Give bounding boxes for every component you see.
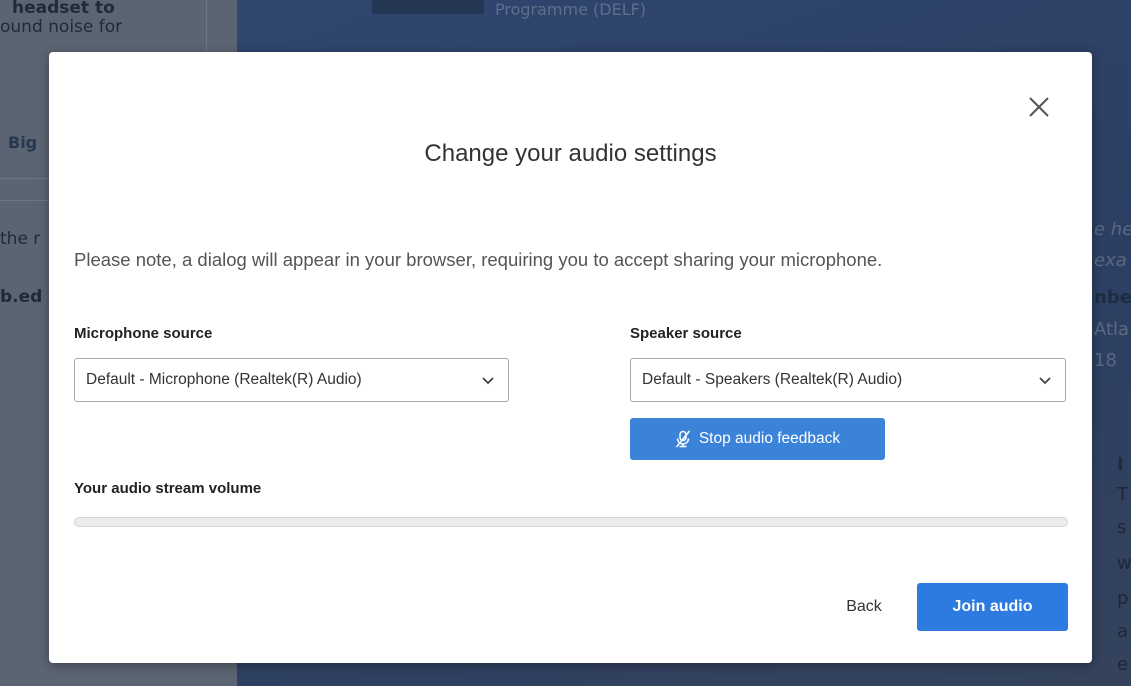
back-button-label: Back — [846, 598, 882, 615]
speaker-source-label: Speaker source — [630, 325, 742, 342]
microphone-off-icon — [675, 430, 690, 448]
background-text: Atla — [1094, 319, 1130, 340]
background-text: Programme (DELF) — [495, 0, 647, 19]
speaker-source-value: Default - Speakers (Realtek(R) Audio) — [642, 371, 903, 388]
modal-title: Change your audio settings — [424, 140, 717, 167]
background-text: exa — [1094, 250, 1127, 271]
stop-audio-feedback-button[interactable]: Stop audio feedback — [630, 418, 885, 460]
back-button[interactable]: Back — [824, 585, 904, 629]
background-text: headset to — [12, 0, 115, 18]
background-text: b.ed — [0, 287, 43, 307]
background-link: Big — [8, 133, 38, 152]
background-text: e he — [1094, 219, 1131, 240]
chevron-down-icon — [482, 377, 494, 385]
join-audio-button[interactable]: Join audio — [917, 583, 1068, 631]
background-text: w — [1117, 553, 1131, 574]
close-icon — [1029, 97, 1049, 117]
speaker-source-select[interactable]: Default - Speakers (Realtek(R) Audio) — [630, 358, 1066, 402]
browser-permission-note: Please note, a dialog will appear in you… — [74, 249, 883, 270]
audio-volume-meter — [74, 517, 1068, 527]
audio-settings-modal: Change your audio settings Please note, … — [49, 52, 1092, 663]
background-text: p — [1117, 588, 1129, 609]
chevron-down-icon — [1039, 377, 1051, 385]
close-button[interactable] — [1024, 92, 1054, 122]
background-text: I — [1117, 454, 1124, 475]
background-text: e — [1117, 654, 1129, 675]
join-audio-label: Join audio — [952, 598, 1033, 615]
background-text: T — [1117, 484, 1128, 505]
background-text: a — [1117, 621, 1129, 642]
background-text: the r — [0, 229, 41, 249]
audio-volume-label: Your audio stream volume — [74, 480, 262, 497]
stop-audio-feedback-label: Stop audio feedback — [698, 430, 841, 447]
background-text: ound noise for — [0, 17, 123, 37]
microphone-source-select[interactable]: Default - Microphone (Realtek(R) Audio) — [74, 358, 509, 402]
background-text: 18 — [1094, 350, 1117, 371]
microphone-source-value: Default - Microphone (Realtek(R) Audio) — [86, 371, 362, 388]
background-text: s — [1117, 517, 1127, 538]
background-text: nbe — [1094, 287, 1131, 308]
background-thumbnail — [372, 0, 484, 14]
microphone-source-label: Microphone source — [74, 325, 213, 342]
